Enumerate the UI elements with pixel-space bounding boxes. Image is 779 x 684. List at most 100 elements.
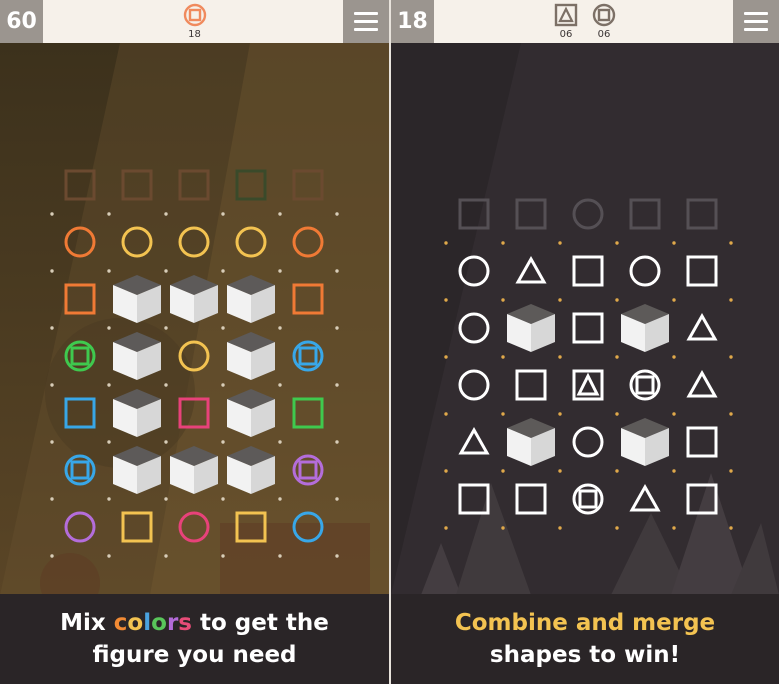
obstacle-block	[507, 418, 555, 466]
right-menu-button[interactable]	[733, 0, 779, 43]
shape-circle[interactable]	[64, 226, 96, 258]
grid-dot	[729, 298, 733, 302]
right-game-panel: 18 06 06 Combine and merge shapes to win…	[391, 0, 779, 684]
shape-triangle-square[interactable]	[572, 369, 604, 401]
grid-dot	[164, 269, 168, 273]
shape-triangle[interactable]	[458, 426, 490, 455]
shape-square[interactable]	[686, 483, 718, 515]
shape-circle[interactable]	[235, 226, 267, 258]
grid-dot	[335, 554, 339, 558]
shape-square[interactable]	[458, 483, 490, 515]
grid-dot	[444, 526, 448, 530]
shape-circle-square[interactable]	[572, 483, 604, 515]
shape-circle[interactable]	[458, 369, 490, 401]
shape-circle[interactable]	[178, 226, 210, 258]
shape-square[interactable]	[178, 397, 210, 429]
left-target: 18	[182, 2, 208, 40]
grid-dot	[444, 355, 448, 359]
grid-dot	[221, 383, 225, 387]
grid-dot	[107, 269, 111, 273]
grid-dot	[558, 526, 562, 530]
shape-circle[interactable]	[121, 226, 153, 258]
shape-square[interactable]	[515, 483, 547, 515]
shape-circle[interactable]	[572, 426, 604, 458]
shape-circle-square[interactable]	[629, 369, 661, 401]
left-menu-button[interactable]	[343, 0, 389, 43]
grid-dot	[278, 269, 282, 273]
shape-triangle[interactable]	[686, 369, 718, 398]
left-target-list: 18	[182, 2, 208, 40]
ghost-target-shape	[629, 198, 661, 230]
left-target-count: 18	[188, 29, 201, 40]
obstacle-block	[113, 389, 161, 437]
grid-dot	[50, 212, 54, 216]
shape-square[interactable]	[686, 255, 718, 287]
shape-square[interactable]	[235, 511, 267, 543]
obstacle-block	[621, 418, 669, 466]
caption-prefix: Mix	[60, 610, 114, 636]
colors-letter: o	[151, 610, 167, 636]
shape-square[interactable]	[515, 369, 547, 401]
shape-square[interactable]	[292, 283, 324, 315]
left-moves-counter: 60	[0, 0, 43, 43]
shape-circle-square[interactable]	[64, 340, 96, 372]
shape-circle[interactable]	[458, 312, 490, 344]
left-game-board	[50, 169, 339, 558]
shape-circle[interactable]	[458, 255, 490, 287]
shape-square[interactable]	[572, 255, 604, 287]
right-top-bar: 18 06 06	[391, 0, 779, 43]
shape-circle-square[interactable]	[64, 454, 96, 486]
grid-dot	[278, 383, 282, 387]
colors-letter: s	[178, 610, 192, 636]
obstacle-block	[170, 446, 218, 494]
right-target-1-count: 06	[559, 29, 573, 40]
shape-circle[interactable]	[178, 511, 210, 543]
right-moves-counter: 18	[391, 0, 434, 43]
grid-dot	[729, 469, 733, 473]
shape-circle[interactable]	[292, 511, 324, 543]
grid-dot	[558, 298, 562, 302]
shape-square[interactable]	[121, 511, 153, 543]
grid-dot	[164, 554, 168, 558]
shape-circle[interactable]	[629, 255, 661, 287]
shape-square[interactable]	[64, 283, 96, 315]
colors-letter: l	[143, 610, 152, 636]
grid-dot	[672, 355, 676, 359]
grid-dot	[615, 355, 619, 359]
shape-circle[interactable]	[64, 511, 96, 543]
grid-dot	[221, 440, 225, 444]
grid-dot	[501, 355, 505, 359]
ghost-target-shape	[458, 198, 490, 230]
shape-circle[interactable]	[178, 340, 210, 372]
ghost-target-shape	[178, 169, 210, 201]
shape-circle-square[interactable]	[292, 454, 324, 486]
colors-letter: r	[166, 610, 179, 636]
colors-word: colors	[114, 610, 192, 636]
obstacle-block	[113, 446, 161, 494]
shape-square[interactable]	[292, 397, 324, 429]
grid-dot	[278, 554, 282, 558]
grid-dot	[164, 440, 168, 444]
shape-triangle[interactable]	[515, 255, 547, 284]
grid-dot	[107, 383, 111, 387]
shape-square[interactable]	[572, 312, 604, 344]
grid-dot	[444, 412, 448, 416]
grid-dot	[615, 298, 619, 302]
shape-square[interactable]	[686, 426, 718, 458]
shape-square[interactable]	[64, 397, 96, 429]
shape-circle[interactable]	[292, 226, 324, 258]
grid-dot	[444, 241, 448, 245]
ghost-target-shape	[235, 169, 267, 201]
grid-dot	[335, 497, 339, 501]
grid-dot	[501, 526, 505, 530]
grid-dot	[672, 241, 676, 245]
left-caption-line1: Mix colors to get the	[60, 607, 329, 639]
grid-dot	[558, 355, 562, 359]
grid-dot	[221, 326, 225, 330]
right-target-1: 06	[553, 2, 579, 40]
obstacle-block	[621, 304, 669, 352]
shape-circle-square[interactable]	[292, 340, 324, 372]
shape-triangle[interactable]	[629, 483, 661, 512]
right-caption-line1: Combine and merge	[454, 610, 716, 636]
shape-triangle[interactable]	[686, 312, 718, 341]
